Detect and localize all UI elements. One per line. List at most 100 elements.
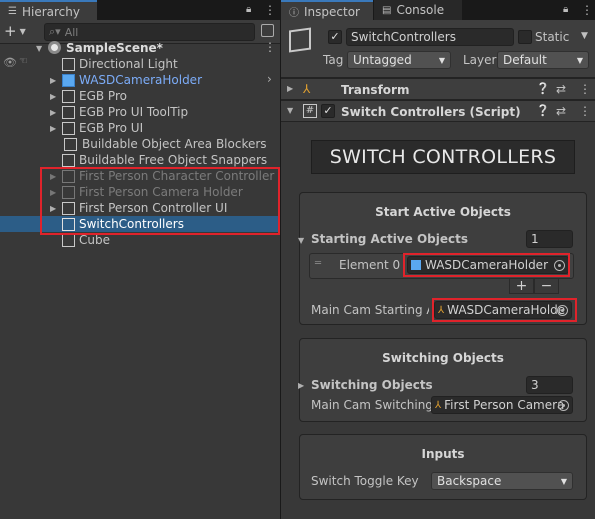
starting-active-count-field[interactable]: 1 (526, 230, 573, 248)
more-menu-icon[interactable]: ⋮ (264, 3, 276, 17)
main-cam-starting-label: Main Cam Starting Ac (311, 303, 429, 317)
expand-arrow-icon[interactable]: ▶ (50, 108, 56, 117)
item-label: Directional Light (79, 57, 178, 71)
switching-count: 3 (531, 378, 539, 392)
object-header: ✓ SwitchControllers Static ▼ Tag Untagge… (281, 20, 595, 78)
starting-active-list-label[interactable]: Starting Active Objects (311, 232, 468, 246)
tab-inspector[interactable]: ⓘ Inspector (281, 0, 373, 21)
static-label: Static (535, 30, 570, 44)
script-hash-icon: # (303, 104, 317, 118)
script-label: Switch Controllers (Script) (341, 105, 521, 119)
object-name: SwitchControllers (351, 30, 456, 44)
main-cam-switching-value: First Person Camera (444, 398, 565, 412)
hierarchy-panel: + ▼ ⌕▾ All ▼ SampleScene* ⋮ 👁︎ ☜ Directi… (0, 20, 280, 519)
banner-title: SWITCH CONTROLLERS (329, 146, 557, 168)
search-icon: ⌕▾ (49, 25, 61, 38)
hierarchy-tabbar: ☰ Hierarchy 🔒︎ ⋮ (0, 0, 280, 21)
list-remove-button[interactable]: − (534, 278, 559, 294)
gameobject-cube-icon (62, 106, 75, 119)
foldout-arrow-icon[interactable]: ▶ (287, 84, 293, 93)
expand-arrow-icon[interactable]: ▶ (50, 124, 56, 133)
switching-count-field[interactable]: 3 (526, 376, 573, 394)
gameobject-cube-icon (62, 122, 75, 135)
script-component-header[interactable]: ▼ # ✓ Switch Controllers (Script) ❔ ⇄ ⋮ (281, 100, 595, 122)
scene-name: SampleScene* (66, 41, 163, 55)
item-label: EGB Pro UI ToolTip (79, 105, 189, 119)
hierarchy-item[interactable]: ▶ EGB Pro UI (0, 120, 280, 136)
chevron-right-icon[interactable]: › (267, 72, 272, 86)
more-menu-icon[interactable]: ⋮ (581, 3, 593, 17)
item-label: EGB Pro UI (79, 121, 144, 135)
expand-arrow-icon[interactable]: ▶ (50, 76, 56, 85)
annotation-highlight-box (403, 253, 570, 277)
tag-dropdown[interactable]: Untagged ▼ (347, 51, 451, 69)
active-checkbox[interactable]: ✓ (328, 30, 342, 44)
chevron-down-icon: ▼ (560, 476, 567, 486)
inputs-section-title: Inputs (421, 447, 465, 461)
switch-toggle-key-value: Backspace (437, 474, 502, 488)
lock-icon[interactable]: 🔒︎ (246, 4, 251, 15)
switch-toggle-key-dropdown[interactable]: Backspace ▼ (431, 472, 573, 490)
expand-arrow-icon[interactable]: ▼ (36, 44, 42, 53)
hierarchy-item[interactable]: Buildable Free Object Snappers (0, 152, 280, 168)
hierarchy-item[interactable]: ▶ EGB Pro UI ToolTip (0, 104, 280, 120)
component-menu-icon[interactable]: ⋮ (579, 104, 591, 118)
tab-console[interactable]: ▤ Console (374, 0, 462, 20)
tab-hierarchy[interactable]: ☰ Hierarchy (0, 0, 97, 21)
layer-label: Layer (463, 53, 497, 67)
static-checkbox[interactable] (518, 30, 532, 44)
starting-active-count: 1 (531, 232, 539, 246)
scene-menu-icon[interactable]: ⋮ (264, 40, 276, 54)
help-icon[interactable]: ❔ (536, 104, 550, 117)
gameobject-cube-icon (62, 234, 75, 247)
add-button[interactable]: + ▼ (4, 22, 26, 40)
search-input[interactable]: ⌕▾ All (44, 23, 255, 41)
layer-dropdown[interactable]: Default ▼ (497, 51, 589, 69)
add-label: + (4, 22, 17, 40)
item-label: Cube (79, 233, 110, 247)
lock-icon[interactable]: 🔒︎ (563, 4, 568, 15)
help-icon[interactable]: ❔ (536, 82, 550, 95)
info-icon: ⓘ (289, 8, 299, 19)
script-enabled-checkbox[interactable]: ✓ (321, 104, 335, 118)
item-label: EGB Pro (79, 89, 127, 103)
search-placeholder: All (64, 25, 79, 39)
switching-section-title: Switching Objects (382, 351, 504, 365)
chevron-down-icon: ▼ (576, 55, 583, 65)
pick-hand-icon[interactable]: ☜ (19, 56, 28, 67)
component-menu-icon[interactable]: ⋮ (579, 82, 591, 96)
object-picker-icon[interactable] (558, 399, 569, 411)
object-name-field[interactable]: SwitchControllers (346, 28, 514, 46)
scene-row[interactable]: ▼ SampleScene* ⋮ (0, 40, 280, 56)
inputs-section: Inputs (299, 434, 587, 500)
expand-arrow-icon[interactable]: ▶ (50, 92, 56, 101)
hierarchy-item[interactable]: ▶ WASDCameraHolder › (0, 72, 280, 88)
hierarchy-item[interactable]: 👁︎ ☜ Directional Light (0, 56, 280, 72)
scene-filter-icon[interactable] (261, 24, 274, 37)
main-cam-switching-field[interactable]: ⅄ First Person Camera (431, 396, 573, 414)
console-icon: ▤ (382, 4, 392, 16)
foldout-arrow-icon[interactable]: ▶ (298, 381, 304, 390)
list-add-button[interactable]: + (509, 278, 534, 294)
foldout-arrow-icon[interactable]: ▼ (298, 236, 304, 245)
drag-handle-icon[interactable]: ═ (315, 258, 321, 269)
item-label: WASDCameraHolder (79, 73, 202, 87)
preset-sliders-icon[interactable]: ⇄ (556, 104, 566, 118)
hierarchy-item[interactable]: Buildable Object Area Blockers (0, 136, 280, 152)
foldout-arrow-icon[interactable]: ▼ (287, 106, 293, 115)
item-label: Buildable Free Object Snappers (79, 153, 268, 167)
gameobject-cube-icon (62, 58, 75, 71)
list-icon: ☰ (8, 6, 17, 17)
gameobject-cube-icon (62, 154, 75, 167)
unity-scene-icon (48, 41, 61, 54)
hierarchy-item[interactable]: ▶ EGB Pro (0, 88, 280, 104)
visibility-eye-icon[interactable]: 👁︎ (3, 56, 17, 69)
tag-label: Tag (323, 53, 344, 67)
preset-sliders-icon[interactable]: ⇄ (556, 82, 566, 96)
tab-console-label: Console (396, 3, 445, 17)
switching-list-label[interactable]: Switching Objects (311, 378, 433, 392)
tab-inspector-label: Inspector (304, 4, 360, 19)
static-dropdown-icon[interactable]: ▼ (581, 31, 588, 41)
switch-toggle-key-label: Switch Toggle Key (311, 474, 419, 488)
transform-component-header[interactable]: ▶ ⅄ Transform ❔ ⇄ ⋮ (281, 78, 595, 100)
